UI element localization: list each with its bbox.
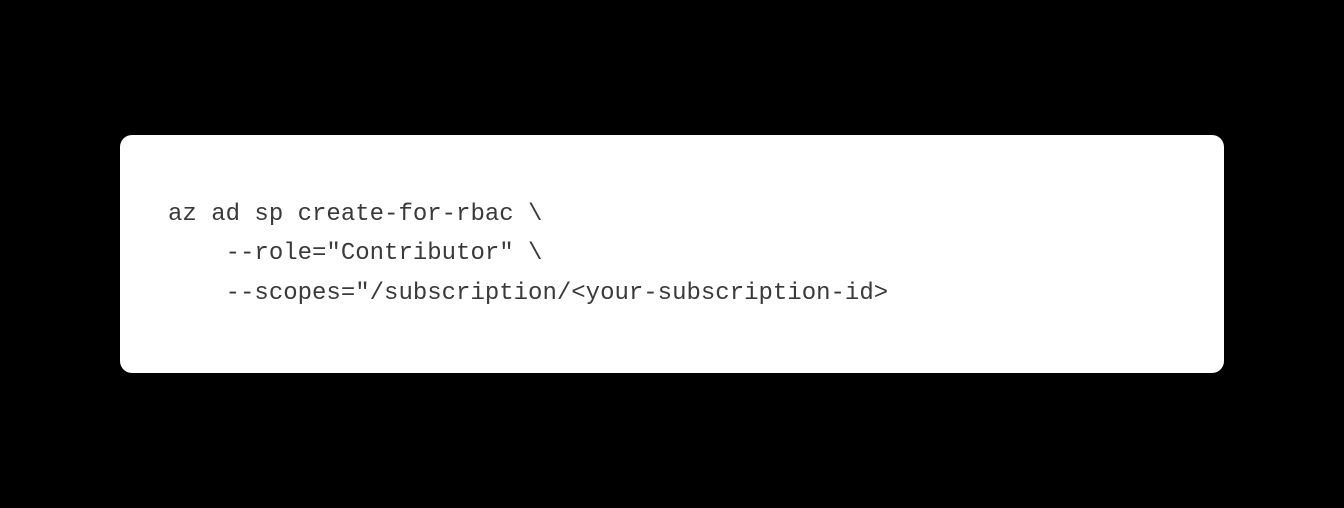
code-line-1: az ad sp create-for-rbac \	[168, 201, 542, 228]
code-line-3: --scopes="/subscription/<your-subscripti…	[168, 280, 888, 307]
code-line-2: --role="Contributor" \	[168, 240, 542, 267]
code-content: az ad sp create-for-rbac \ --role="Contr…	[168, 195, 1176, 314]
code-block: az ad sp create-for-rbac \ --role="Contr…	[120, 135, 1224, 374]
